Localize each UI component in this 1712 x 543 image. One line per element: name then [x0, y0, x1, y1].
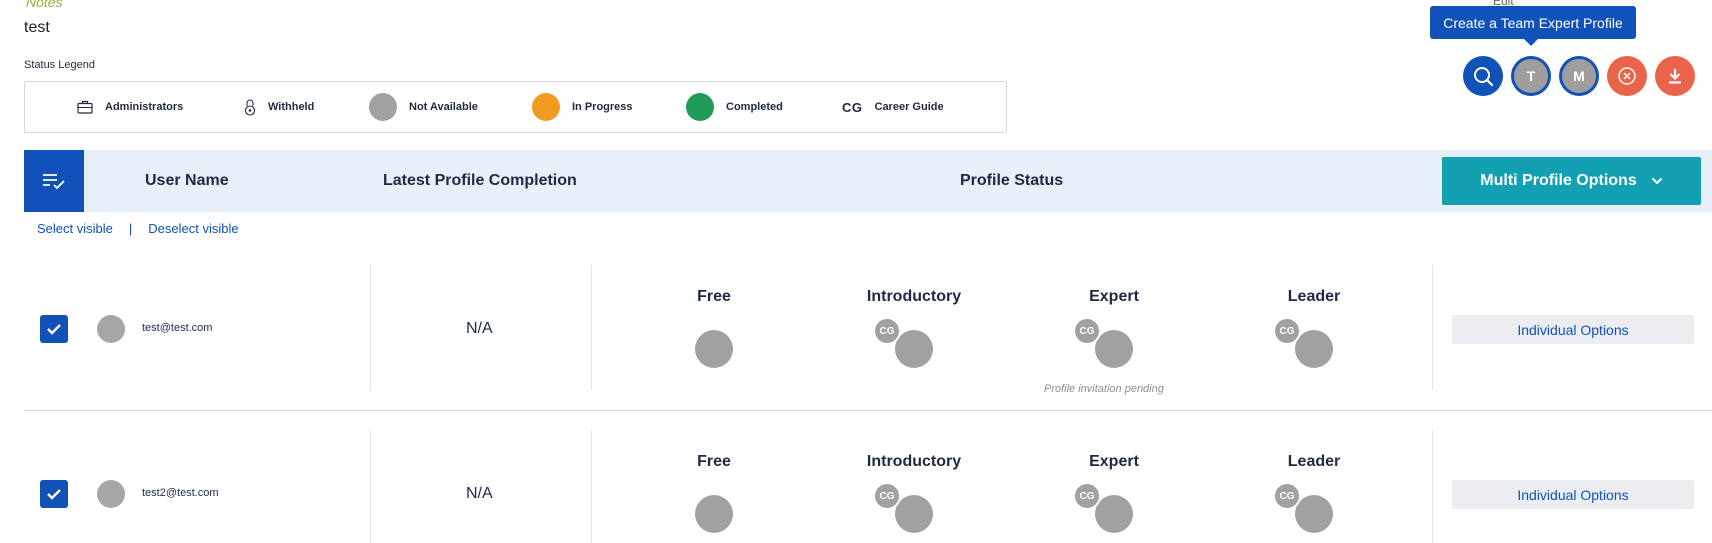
column-divider: [591, 430, 592, 543]
user-email: test@test.com: [142, 322, 213, 334]
create-team-profile-button[interactable]: T: [1511, 56, 1551, 96]
profile-status-header: Profile Status: [960, 172, 1064, 189]
cancel-button[interactable]: [1607, 56, 1647, 96]
status-legend: Administrators Withheld Not Available In…: [24, 81, 1007, 133]
grey-status-dot: [369, 93, 397, 121]
tier-free: Free: [644, 453, 784, 543]
multi-profile-options-button[interactable]: Multi Profile Options: [1442, 157, 1701, 205]
search-button[interactable]: [1463, 56, 1503, 96]
table-row: test@test.com N/A Free Introductory CG E…: [24, 265, 1712, 395]
career-guide-badge: CG: [873, 317, 901, 345]
legend-item-completed: Completed: [686, 82, 783, 132]
career-guide-badge: CG: [873, 482, 901, 510]
chevron-down-icon: [1651, 177, 1662, 185]
team-expert-tooltip: Create a Team Expert Profile: [1430, 6, 1636, 46]
column-divider: [370, 265, 371, 390]
selection-links: Select visible | Deselect visible: [37, 221, 239, 236]
tier-introductory: Introductory CG: [844, 288, 984, 388]
career-guide-badge: CG: [1073, 317, 1101, 345]
tier-free: Free: [644, 288, 784, 388]
status-circle[interactable]: [895, 495, 933, 533]
status-circle[interactable]: [895, 330, 933, 368]
row-checkbox[interactable]: [40, 315, 68, 343]
legend-item-career-guide: CG Career Guide: [842, 82, 944, 132]
select-visible-link[interactable]: Select visible: [37, 221, 113, 236]
legend-label: Not Available: [409, 101, 478, 113]
avatar: [97, 315, 125, 343]
status-circle[interactable]: [1095, 495, 1133, 533]
tier-label: Free: [697, 288, 731, 305]
career-guide-badge: CG: [1073, 482, 1101, 510]
column-divider: [370, 430, 371, 543]
orange-status-dot: [532, 93, 560, 121]
row-checkbox[interactable]: [40, 480, 68, 508]
tier-label: Expert: [1089, 288, 1139, 305]
download-button[interactable]: [1655, 56, 1695, 96]
status-circle[interactable]: [1295, 495, 1333, 533]
notes-label: Notes: [26, 0, 63, 10]
tier-label: Introductory: [866, 288, 962, 305]
close-circle-icon: [1618, 67, 1636, 85]
legend-item-withheld: Withheld: [244, 82, 314, 132]
notes-value: test: [24, 19, 50, 36]
briefcase-icon: [77, 100, 93, 114]
table-header: User Name Latest Profile Completion Prof…: [24, 150, 1712, 212]
tier-label: Introductory: [866, 453, 962, 470]
legend-title: Status Legend: [24, 59, 95, 71]
latest-completion-value: N/A: [466, 320, 493, 337]
tier-label: Leader: [1287, 453, 1341, 470]
career-guide-badge: CG: [1273, 482, 1301, 510]
lock-icon: [244, 98, 256, 116]
cg-symbol: CG: [842, 99, 863, 115]
latest-completion-value: N/A: [466, 485, 493, 502]
career-guide-badge: CG: [1273, 317, 1301, 345]
legend-label: Administrators: [105, 101, 184, 113]
individual-options-button[interactable]: Individual Options: [1452, 480, 1694, 509]
tier-expert: Expert CG: [1044, 453, 1184, 543]
search-icon: [1474, 67, 1494, 87]
row-divider: [24, 410, 1712, 411]
tier-leader: Leader CG: [1244, 453, 1384, 543]
status-circle[interactable]: [1095, 330, 1133, 368]
tier-label: Expert: [1089, 453, 1139, 470]
link-separator: |: [128, 221, 133, 236]
status-circle[interactable]: [1295, 330, 1333, 368]
tier-label: Leader: [1287, 288, 1341, 305]
download-icon: [1669, 69, 1681, 84]
legend-label: Completed: [726, 101, 783, 113]
latest-completion-header: Latest Profile Completion: [383, 172, 577, 189]
green-status-dot: [686, 93, 714, 121]
multi-profile-options-label: Multi Profile Options: [1480, 172, 1637, 189]
legend-label: Career Guide: [874, 101, 944, 113]
status-circle[interactable]: [695, 330, 733, 368]
checkmark-icon: [47, 489, 61, 500]
multi-profile-button[interactable]: M: [1559, 56, 1599, 96]
tier-leader: Leader CG: [1244, 288, 1384, 388]
legend-item-administrators: Administrators: [77, 82, 183, 132]
column-divider: [1432, 430, 1433, 543]
checklist-icon: [43, 174, 65, 190]
individual-options-button[interactable]: Individual Options: [1452, 315, 1694, 344]
status-circle[interactable]: [695, 495, 733, 533]
user-email: test2@test.com: [142, 487, 219, 499]
column-divider: [591, 265, 592, 390]
tier-label: Free: [697, 453, 731, 470]
legend-item-in-progress: In Progress: [532, 82, 633, 132]
legend-label: In Progress: [572, 101, 633, 113]
select-all-toggle[interactable]: [24, 150, 84, 212]
user-name-header: User Name: [145, 172, 229, 189]
tier-expert: Expert CG: [1044, 288, 1184, 388]
table-row: test2@test.com N/A Free Introductory CG …: [24, 430, 1712, 543]
checkmark-icon: [47, 324, 61, 335]
tier-introductory: Introductory CG: [844, 453, 984, 543]
legend-item-not-available: Not Available: [369, 82, 478, 132]
legend-label: Withheld: [268, 101, 315, 113]
team-letter: T: [1526, 68, 1536, 84]
column-divider: [1432, 265, 1433, 390]
avatar: [97, 480, 125, 508]
invitation-pending-note: Profile invitation pending: [1044, 383, 1164, 395]
deselect-visible-link[interactable]: Deselect visible: [148, 221, 238, 236]
multi-letter: M: [1573, 68, 1585, 84]
